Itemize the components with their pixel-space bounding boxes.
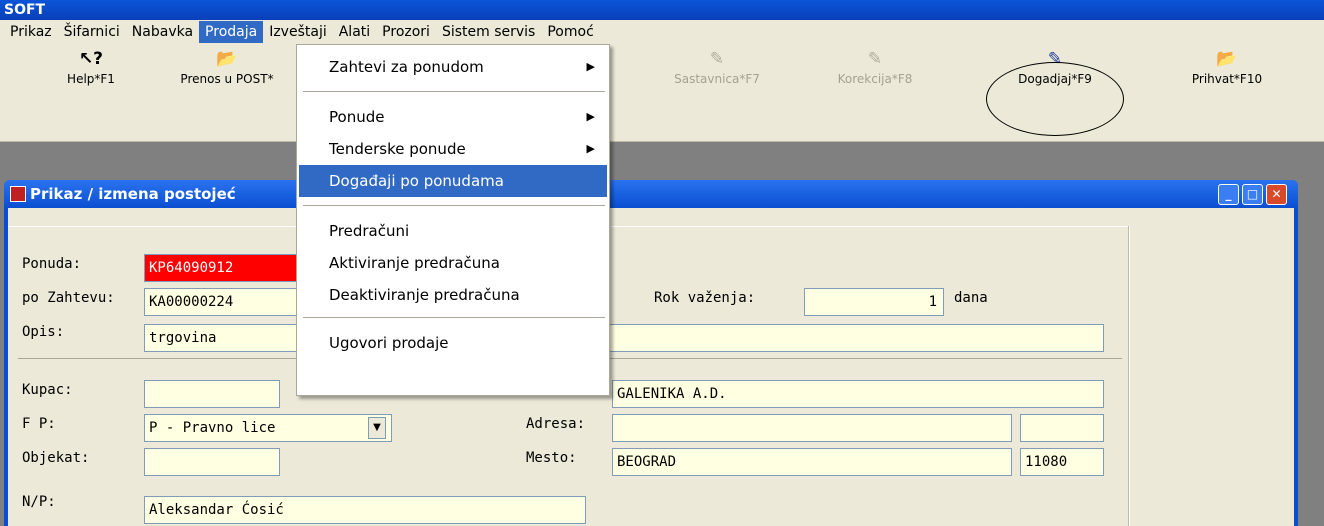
opis-label: Opis: <box>22 324 65 340</box>
menu-item-label: Zahtevi za ponudom <box>329 58 484 76</box>
prodaja-dropdown-menu: Zahtevi za ponudom ▶ Ponude ▶ Tenderske … <box>296 44 610 396</box>
menu-item-aktiviranje-predracuna[interactable]: Aktiviranje predračuna <box>299 247 607 279</box>
objekat-label: Objekat: <box>22 450 90 466</box>
menu-item-label: Tenderske ponude <box>329 140 466 158</box>
prenos-button[interactable]: 📂 Prenos u POST* <box>152 44 302 100</box>
submenu-arrow-icon: ▶ <box>586 110 595 123</box>
help-icon: ↖? <box>78 49 104 69</box>
maximize-button[interactable]: □ <box>1242 184 1263 205</box>
correction-icon: ✎ <box>867 49 883 69</box>
help-button[interactable]: ↖? Help*F1 <box>16 44 166 100</box>
panel-divider-highlight <box>1129 226 1130 526</box>
app-title-bar: SOFT <box>0 0 1324 20</box>
submenu-arrow-icon: ▶ <box>586 60 595 73</box>
help-label: Help*F1 <box>67 72 115 86</box>
menu-alati[interactable]: Alati <box>333 21 376 43</box>
fp-label: F P: <box>22 416 56 432</box>
minimize-button[interactable]: _ <box>1218 184 1239 205</box>
child-window: Prikaz / izmena postojeć _ □ ✕ Ponuda: K… <box>4 180 1298 526</box>
korekcija-button[interactable]: ✎ Korekcija*F8 <box>800 44 950 100</box>
np-field[interactable]: Aleksandar Ćosić <box>144 496 586 524</box>
menu-separator <box>303 317 605 318</box>
menu-prikaz[interactable]: Prikaz <box>4 21 58 43</box>
menu-item-label: Aktiviranje predračuna <box>329 254 500 272</box>
chevron-down-icon[interactable]: ▼ <box>368 417 386 439</box>
highlight-circle-annotation <box>986 62 1124 136</box>
postal-code-field[interactable]: 11080 <box>1020 448 1104 476</box>
sastavnica-button[interactable]: ✎ Sastavnica*F7 <box>642 44 792 100</box>
rok-label: Rok važenja: <box>654 290 756 306</box>
menu-item-label: Ugovori prodaje <box>329 334 449 352</box>
close-button[interactable]: ✕ <box>1266 184 1287 205</box>
prihvat-button[interactable]: 📂 Prihvat*F10 <box>1152 44 1302 100</box>
toolbar: ↖? Help*F1 📂 Prenos u POST* ✎ Sastavnica… <box>0 44 1324 142</box>
edit-icon: ✎ <box>709 49 725 69</box>
form-client-area: Ponuda: KP64090912 po Zahtevu: KA0000022… <box>8 208 1294 526</box>
ponuda-label: Ponuda: <box>22 256 82 272</box>
folder-open-icon: 📂 <box>1216 49 1238 69</box>
mdi-workspace <box>0 142 1324 182</box>
objekat-field[interactable] <box>144 448 280 476</box>
menu-item-label: Ponude <box>329 108 385 126</box>
adresa-label: Adresa: <box>526 416 586 432</box>
opis-field[interactable]: trgovina <box>144 324 1104 352</box>
mesto-field[interactable]: BEOGRAD <box>612 448 1012 476</box>
sastavnica-label: Sastavnica*F7 <box>674 72 760 86</box>
ponuda-field[interactable]: KP64090912 <box>144 254 304 282</box>
menu-separator <box>303 91 605 92</box>
rok-field[interactable]: 1 <box>804 288 944 316</box>
menu-izvestaji[interactable]: Izveštaji <box>263 21 333 43</box>
kupac-code-field[interactable] <box>144 380 280 408</box>
menu-sistem-servis[interactable]: Sistem servis <box>436 21 541 43</box>
kupac-label: Kupac: <box>22 382 73 398</box>
mesto-label: Mesto: <box>526 450 577 466</box>
child-window-title-bar[interactable]: Prikaz / izmena postojeć <box>4 180 1298 208</box>
adresa-extra-field[interactable] <box>1020 414 1104 442</box>
window-icon <box>10 186 26 202</box>
kupac-name-field[interactable]: GALENIKA A.D. <box>612 380 1104 408</box>
menu-bar: Prikaz Šifarnici Nabavka Prodaja Izvešta… <box>0 20 1324 44</box>
folder-open-icon: 📂 <box>216 49 238 69</box>
menu-sifarnici[interactable]: Šifarnici <box>58 21 126 43</box>
menu-item-ponude[interactable]: Ponude ▶ <box>299 101 607 133</box>
menu-item-zahtevi-za-ponudom[interactable]: Zahtevi za ponudom ▶ <box>299 51 607 83</box>
menu-nabavka[interactable]: Nabavka <box>126 21 199 43</box>
menu-item-tenderske-ponude[interactable]: Tenderske ponude ▶ <box>299 133 607 165</box>
adresa-field[interactable] <box>612 414 1012 442</box>
np-label: N/P: <box>22 494 56 510</box>
menu-item-label: Predračuni <box>329 222 410 240</box>
menu-separator <box>303 205 605 206</box>
submenu-arrow-icon: ▶ <box>586 142 595 155</box>
menu-item-dogadjaji-po-ponudama[interactable]: Događaji po ponudama <box>299 165 607 197</box>
prenos-label: Prenos u POST* <box>180 72 274 86</box>
child-window-title: Prikaz / izmena postojeć <box>30 185 236 203</box>
menu-item-label: Događaji po ponudama <box>329 172 504 190</box>
rok-unit-label: dana <box>954 290 988 306</box>
zahtev-field[interactable]: KA00000224 <box>144 288 304 316</box>
menu-item-predracuni[interactable]: Predračuni <box>299 215 607 247</box>
app-title: SOFT <box>4 2 46 18</box>
menu-item-label: Deaktiviranje predračuna <box>329 286 520 304</box>
menu-prozori[interactable]: Prozori <box>376 21 436 43</box>
prihvat-label: Prihvat*F10 <box>1191 72 1263 86</box>
zahtev-label: po Zahtevu: <box>22 290 115 306</box>
menu-item-ugovori-prodaje[interactable]: Ugovori prodaje <box>299 327 607 359</box>
menu-item-deaktiviranje-predracuna[interactable]: Deaktiviranje predračuna <box>299 279 607 311</box>
menu-pomoc[interactable]: Pomoć <box>541 21 599 43</box>
fp-select[interactable]: P - Pravno lice <box>144 414 392 442</box>
korekcija-label: Korekcija*F8 <box>837 72 913 86</box>
menu-prodaja[interactable]: Prodaja <box>199 21 264 43</box>
